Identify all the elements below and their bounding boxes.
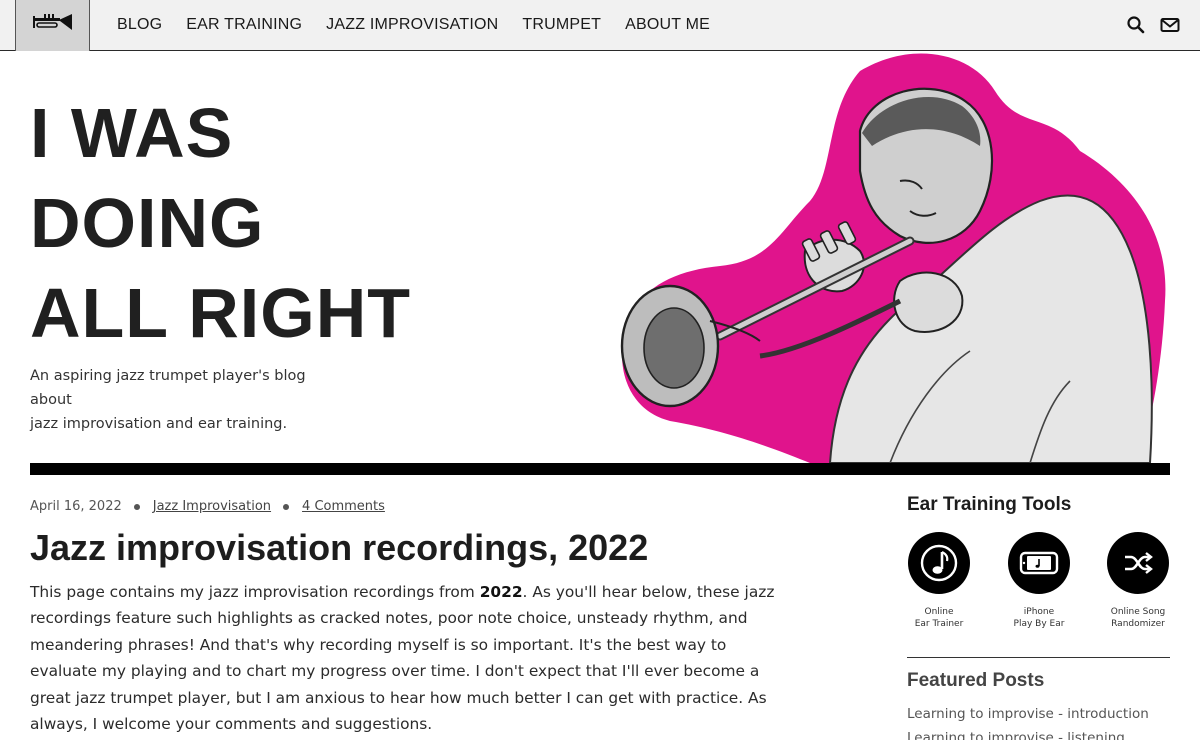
featured-posts-heading: Featured Posts [907, 670, 1045, 691]
mail-icon[interactable] [1160, 15, 1180, 35]
post-body-text: This page contains my jazz improvisation… [30, 583, 480, 601]
featured-post-link[interactable]: Learning to improvise - introduction [907, 702, 1149, 726]
site-title-line: ALL RIGHT [30, 274, 412, 352]
post-body-text: . As you'll hear below, these jazz recor… [30, 583, 775, 734]
meta-separator-dot [283, 503, 290, 510]
nav-item-about-me[interactable]: ABOUT ME [625, 16, 710, 34]
tool-label-line: Randomizer [1111, 619, 1165, 629]
site-title-line: I WAS [30, 94, 234, 172]
post-body-year: 2022 [479, 583, 523, 601]
shuffle-icon [1107, 532, 1169, 594]
tool-label-line: Online Song [1110, 607, 1166, 617]
trumpet-logo-icon [31, 12, 75, 39]
featured-posts-list: Learning to improvise - introduction Lea… [907, 702, 1149, 740]
tagline-line: An aspiring jazz trumpet player's blog a… [30, 368, 306, 408]
tagline-line: jazz improvisation and ear training. [30, 416, 288, 432]
trumpet-player-illustration [610, 51, 1180, 464]
tool-online-ear-trainer[interactable]: Online Ear Trainer [907, 532, 971, 630]
post-meta: April 16, 2022 Jazz Improvisation 4 Comm… [30, 499, 385, 514]
post-date: April 16, 2022 [30, 499, 122, 514]
tool-label-line: iPhone [1023, 607, 1055, 617]
tool-label-line: Online [924, 607, 954, 617]
phone-icon [1008, 532, 1070, 594]
nav-icon-group [1126, 0, 1180, 50]
post-comments-link[interactable]: 4 Comments [302, 499, 385, 514]
nav-item-trumpet[interactable]: TRUMPET [522, 16, 601, 34]
sidebar-divider [907, 657, 1170, 658]
site-logo-link[interactable] [15, 0, 90, 51]
nav-item-ear-training[interactable]: EAR TRAINING [186, 16, 302, 34]
ear-training-tools-heading: Ear Training Tools [907, 494, 1072, 515]
featured-post-link[interactable]: Learning to improvise - listening [907, 726, 1149, 740]
tool-iphone-play-by-ear[interactable]: iPhone Play By Ear [1007, 532, 1071, 630]
ear-training-tools: Online Ear Trainer iPhone Play By Ear On… [907, 532, 1170, 632]
search-icon[interactable] [1126, 15, 1146, 35]
tool-label-line: Play By Ear [1013, 619, 1065, 629]
post-title[interactable]: Jazz improvisation recordings, 2022 [30, 525, 648, 571]
tool-label: iPhone Play By Ear [1007, 606, 1071, 630]
tool-label: Online Song Randomizer [1106, 606, 1170, 630]
tool-label: Online Ear Trainer [907, 606, 971, 630]
post-body: This page contains my jazz improvisation… [30, 579, 785, 737]
main-navigation: BLOG EAR TRAINING JAZZ IMPROVISATION TRU… [117, 0, 734, 50]
hero-divider [30, 463, 1170, 475]
tool-online-song-randomizer[interactable]: Online Song Randomizer [1106, 532, 1170, 630]
tool-label-line: Ear Trainer [914, 619, 964, 629]
top-navigation-bar: BLOG EAR TRAINING JAZZ IMPROVISATION TRU… [0, 0, 1200, 51]
music-note-icon [908, 532, 970, 594]
site-tagline: An aspiring jazz trumpet player's blog a… [30, 364, 350, 436]
meta-separator-dot [133, 503, 140, 510]
site-title: I WAS DOING ALL RIGHT [30, 88, 411, 358]
post-category-link[interactable]: Jazz Improvisation [153, 499, 271, 514]
nav-item-jazz-improvisation[interactable]: JAZZ IMPROVISATION [326, 16, 498, 34]
site-title-line: DOING [30, 184, 265, 262]
nav-item-blog[interactable]: BLOG [117, 16, 162, 34]
